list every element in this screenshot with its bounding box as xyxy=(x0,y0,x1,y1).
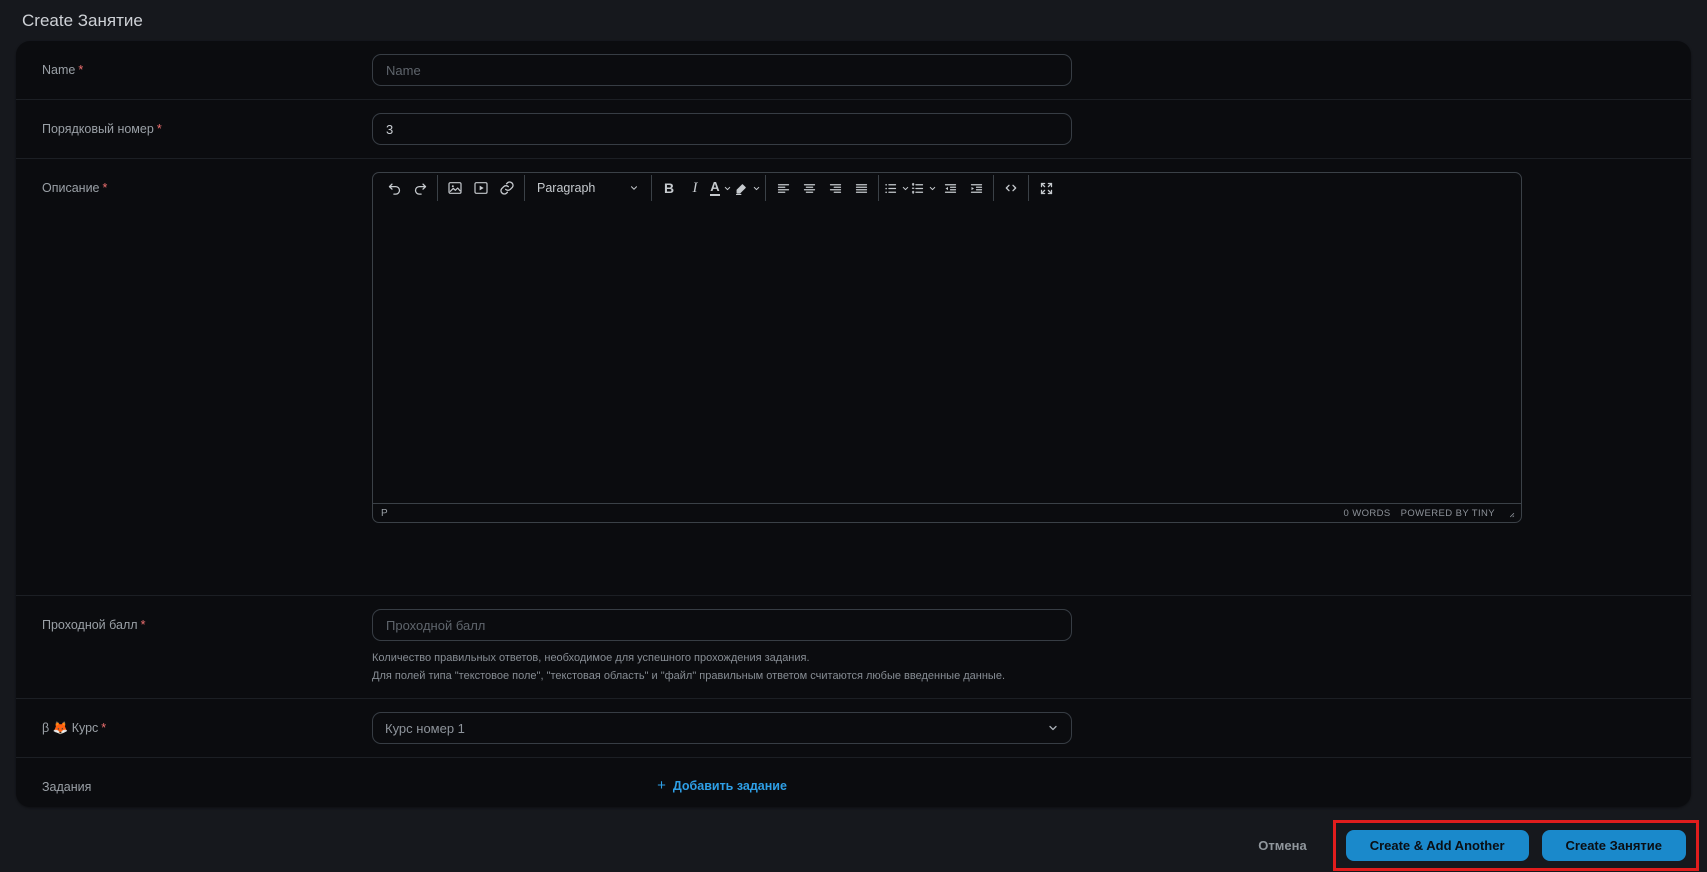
italic-button[interactable]: I xyxy=(682,175,708,201)
order-input[interactable] xyxy=(372,113,1072,145)
passing-score-helper: Количество правильных ответов, необходим… xyxy=(372,650,1372,685)
source-code-button[interactable] xyxy=(998,175,1024,201)
indent-icon xyxy=(970,183,982,193)
course-select[interactable]: Курс номер 1 xyxy=(372,712,1072,745)
chevron-down-icon xyxy=(902,186,909,190)
align-left-icon xyxy=(777,183,789,193)
element-path: P xyxy=(381,507,388,519)
text-color-button[interactable]: A xyxy=(708,175,734,201)
italic-icon: I xyxy=(692,179,698,196)
align-center-icon xyxy=(803,183,815,193)
create-button[interactable]: Create Занятие xyxy=(1541,830,1686,862)
order-label: Порядковый номер * xyxy=(42,122,162,136)
undo-button[interactable] xyxy=(381,175,407,201)
cancel-button[interactable]: Отмена xyxy=(1248,832,1316,859)
add-task-label: Добавить задание xyxy=(672,778,787,793)
required-asterisk: * xyxy=(78,63,84,77)
redo-icon xyxy=(414,183,426,195)
description-label: Описание * xyxy=(42,181,108,195)
word-count: 0 WORDS xyxy=(1343,507,1391,519)
editor-content-area[interactable] xyxy=(373,203,1521,503)
chevron-down-icon xyxy=(631,186,637,190)
insert-link-button[interactable] xyxy=(494,175,520,201)
text-color-icon: A xyxy=(710,179,720,196)
chevron-down-icon xyxy=(753,186,760,190)
align-right-button[interactable] xyxy=(822,175,848,201)
add-task-button[interactable]: + Добавить задание xyxy=(657,777,787,794)
tasks-label: Задания xyxy=(42,780,92,795)
code-icon xyxy=(1005,184,1017,192)
fullscreen-icon xyxy=(1040,182,1052,194)
bullet-list-icon xyxy=(885,183,897,193)
editor-toolbar: Paragraph B I A xyxy=(373,173,1521,203)
align-justify-icon xyxy=(855,183,867,193)
resize-handle-icon[interactable] xyxy=(1505,508,1515,518)
image-icon xyxy=(448,182,462,194)
form-actions: Отмена Create & Add Another Create Занят… xyxy=(0,807,1707,872)
indent-button[interactable] xyxy=(963,175,989,201)
passing-score-input[interactable] xyxy=(372,609,1072,641)
bullet-list-button[interactable] xyxy=(883,175,910,201)
tiny-branding[interactable]: POWERED BY TINY xyxy=(1401,508,1495,519)
name-input[interactable] xyxy=(372,54,1072,86)
name-label: Name * xyxy=(42,63,84,77)
align-right-icon xyxy=(829,183,841,193)
form-row-tasks: Задания + Добавить задание xyxy=(16,757,1691,807)
align-left-button[interactable] xyxy=(770,175,796,201)
helper-line: Количество правильных ответов, необходим… xyxy=(372,652,810,664)
bold-button[interactable]: B xyxy=(656,175,682,201)
passing-score-label: Проходной балл * xyxy=(42,618,146,632)
required-asterisk: * xyxy=(101,721,107,736)
form-row-passing-score: Проходной балл* Количество правильных от… xyxy=(16,595,1691,698)
plus-icon: + xyxy=(657,777,666,795)
outdent-icon xyxy=(944,183,956,193)
outdent-button[interactable] xyxy=(937,175,963,201)
align-justify-button[interactable] xyxy=(848,175,874,201)
required-asterisk: * xyxy=(156,122,162,136)
rich-text-editor: Paragraph B I A P 0 WORDS POWERED BY TIN… xyxy=(372,172,1522,523)
form-row-order: Порядковый номер * xyxy=(16,99,1691,158)
numbered-list-button[interactable] xyxy=(910,175,937,201)
helper-line: Для полей типа "текстовое поле", "тексто… xyxy=(372,669,1006,682)
highlight-color-button[interactable] xyxy=(734,175,761,201)
course-label: β 🦊 Курс * xyxy=(42,721,107,736)
align-center-button[interactable] xyxy=(796,175,822,201)
numbered-list-icon xyxy=(911,182,924,194)
link-icon xyxy=(500,181,514,195)
fullscreen-button[interactable] xyxy=(1033,175,1059,201)
required-asterisk: * xyxy=(140,618,146,632)
redo-button[interactable] xyxy=(407,175,433,201)
paragraph-format-dropdown[interactable]: Paragraph xyxy=(529,175,647,201)
create-form-card: Name* Порядковый номер* Описание* xyxy=(16,41,1691,808)
media-icon xyxy=(474,182,488,194)
insert-media-button[interactable] xyxy=(468,175,494,201)
create-and-add-another-button[interactable]: Create & Add Another xyxy=(1345,830,1529,862)
course-selected-value: Курс номер 1 xyxy=(385,720,465,736)
undo-icon xyxy=(388,183,400,195)
required-asterisk: * xyxy=(102,181,108,195)
bold-icon: B xyxy=(663,180,675,196)
form-row-course: β 🦊 Курс * Курс номер 1 xyxy=(16,698,1691,757)
page-title: Create Занятие xyxy=(22,11,143,30)
chevron-down-icon xyxy=(1049,726,1057,731)
highlighter-icon xyxy=(735,183,746,195)
annotation-highlight-box: Create & Add Another Create Занятие xyxy=(1332,820,1699,872)
chevron-down-icon xyxy=(929,186,936,190)
insert-image-button[interactable] xyxy=(442,175,468,201)
form-row-description: Описание * Paragraph B I A P 0 WORDS POW… xyxy=(16,158,1691,595)
form-row-name: Name * xyxy=(16,41,1691,99)
chevron-down-icon xyxy=(724,186,730,190)
editor-statusbar: P 0 WORDS POWERED BY TINY xyxy=(373,503,1521,522)
